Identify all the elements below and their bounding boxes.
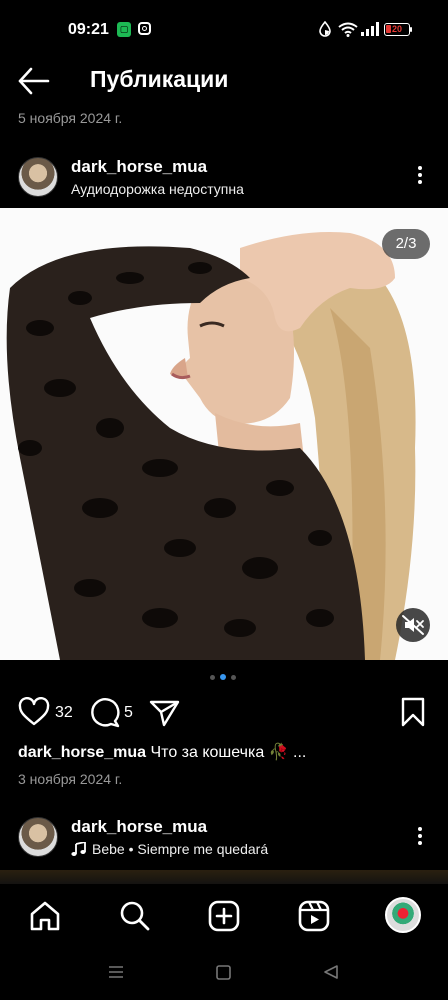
nav-profile-avatar[interactable] xyxy=(385,897,421,933)
previous-post-date: 5 ноября 2024 г. xyxy=(18,110,123,126)
next-post-avatar[interactable] xyxy=(18,817,58,857)
nav-reels[interactable] xyxy=(298,900,330,932)
status-bar: 09:21 ▢ 20 xyxy=(0,0,448,60)
heart-icon xyxy=(18,696,50,726)
signal-icon xyxy=(361,22,379,36)
next-post-audio[interactable]: Bebe • Siempre me quedará xyxy=(71,840,269,857)
arrow-left-icon xyxy=(18,67,50,95)
carousel-dot xyxy=(231,675,236,680)
media-counter-badge: 2/3 xyxy=(382,229,430,259)
instagram-icon xyxy=(138,22,151,35)
comments-count[interactable]: 5 xyxy=(124,704,133,722)
carousel-dot xyxy=(210,675,215,680)
post-image[interactable] xyxy=(0,208,448,660)
mute-button[interactable] xyxy=(396,608,430,642)
comment-icon xyxy=(91,698,120,728)
carousel-indicator xyxy=(209,674,239,682)
recents-icon[interactable] xyxy=(108,965,124,979)
share-button[interactable] xyxy=(148,697,182,729)
search-icon xyxy=(120,901,150,931)
back-button[interactable] xyxy=(16,64,56,100)
post-username[interactable]: dark_horse_mua xyxy=(71,157,207,177)
nav-search[interactable] xyxy=(119,900,151,932)
comment-button[interactable] xyxy=(89,697,121,729)
caption-text: Что за кошечка 🥀 ... xyxy=(150,744,307,761)
bookmark-icon xyxy=(401,697,425,727)
back-triangle-icon[interactable] xyxy=(323,964,339,980)
next-post-username[interactable]: dark_horse_mua xyxy=(71,817,207,837)
page-title: Публикации xyxy=(90,66,229,92)
post-audio-text[interactable]: Аудиодорожка недоступна xyxy=(71,181,244,197)
likes-count[interactable]: 32 xyxy=(55,704,73,722)
reels-icon xyxy=(298,900,330,932)
post-date: 3 ноября 2024 г. xyxy=(18,771,123,787)
battery-level: 20 xyxy=(391,24,402,34)
home-square-icon[interactable] xyxy=(216,965,231,980)
post-more-button[interactable] xyxy=(408,163,432,191)
nav-home[interactable] xyxy=(29,900,61,932)
speaker-muted-icon xyxy=(402,615,424,635)
status-time: 09:21 xyxy=(68,21,109,38)
paper-plane-icon xyxy=(149,700,180,727)
post-photo-illustration xyxy=(6,232,416,660)
home-icon xyxy=(30,901,60,931)
post-avatar[interactable] xyxy=(18,157,58,197)
create-post-icon xyxy=(208,900,240,932)
system-nav-bar xyxy=(0,948,448,1000)
battery-icon: 20 xyxy=(384,23,410,36)
wifi-icon xyxy=(338,22,358,37)
save-button[interactable] xyxy=(399,697,427,729)
caption-username[interactable]: dark_horse_mua xyxy=(18,744,146,761)
music-note-icon xyxy=(71,840,86,856)
chat-notification-icon: ▢ xyxy=(117,22,131,37)
bottom-nav xyxy=(0,884,448,948)
like-button[interactable] xyxy=(18,696,52,729)
next-post-more-button[interactable] xyxy=(408,824,432,852)
carousel-dot-active xyxy=(220,674,226,680)
next-post-audio-text: Bebe • Siempre me quedará xyxy=(92,841,269,857)
data-saver-icon xyxy=(319,21,331,37)
post-caption[interactable]: dark_horse_mua Что за кошечка 🥀 ... xyxy=(18,742,438,762)
nav-create[interactable] xyxy=(208,900,240,932)
